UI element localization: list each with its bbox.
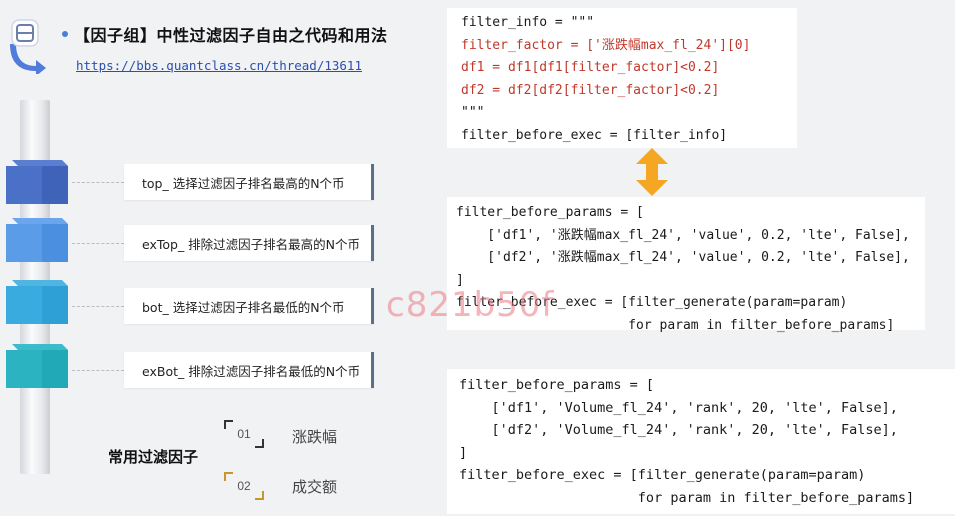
filter-number-badge: 02 [224,472,264,500]
bullet-icon [62,31,68,37]
connector-line [72,306,124,307]
filter-item-label: 成交额 [292,478,338,496]
code-line: filter_before_exec = [filter_generate(pa… [459,467,866,483]
filter-item-label: 涨跌幅 [292,428,338,446]
code-line: ['df1', 'Volume_fl_24', 'rank', 20, 'lte… [459,399,898,416]
code-line: filter_before_params = [ [456,205,644,220]
filter-number-badge: 01 [224,420,264,448]
code-line: filter_info = """ [461,15,595,30]
code-line: for param in filter_before_params] [459,489,915,506]
swap-arrow-icon [636,148,668,196]
cube-icon-top [6,160,68,204]
code-line: ] [459,444,468,461]
code-line: ['df2', 'Volume_fl_24', 'rank', 20, 'lte… [459,422,898,438]
code-line: filter_before_params = [ [459,377,655,393]
code-line: """ [461,105,485,120]
header: 【因子组】中性过滤因子自由之代码和用法 [62,22,388,46]
watermark: c821b50f [386,285,555,325]
page-title: 【因子组】中性过滤因子自由之代码和用法 [74,26,388,45]
option-bot-label: bot_ 选择过滤因子排名最低的N个币 [124,288,374,324]
cube-icon-exbot [6,344,68,388]
connector-line [72,243,124,244]
option-extop-label: exTop_ 排除过滤因子排名最高的N个币 [124,225,374,261]
code-line: df2 = df2[df2[filter_factor]<0.2] [461,82,720,98]
code-line: filter_before_exec = [filter_info] [461,127,728,143]
connector-line [72,182,124,183]
thread-link[interactable]: https://bbs.quantclass.cn/thread/13611 [76,58,362,73]
cube-icon-extop [6,218,68,262]
code-line: ['df1', '涨跌幅max_fl_24', 'value', 0.2, 'l… [456,227,910,243]
code-line: df1 = df1[df1[filter_factor]<0.2] [461,60,720,75]
option-exbot-label: exBot_ 排除过滤因子排名最低的N个币 [124,352,374,388]
cube-icon-bot [6,280,68,324]
app-logo-icon [10,19,46,74]
code-line: ['df2', '涨跌幅max_fl_24', 'value', 0.2, 'l… [456,250,910,265]
code-line: filter_factor = ['涨跌幅max_fl_24'][0] [461,37,751,53]
code-block-rank-params: filter_before_params = [ ['df1', 'Volume… [447,369,955,514]
option-top-label: top_ 选择过滤因子排名最高的N个币 [124,164,374,200]
common-filters-title: 常用过滤因子 [108,448,199,466]
code-block-filter-info: filter_info = """ filter_factor = ['涨跌幅ma… [447,8,797,148]
connector-line [72,370,124,371]
